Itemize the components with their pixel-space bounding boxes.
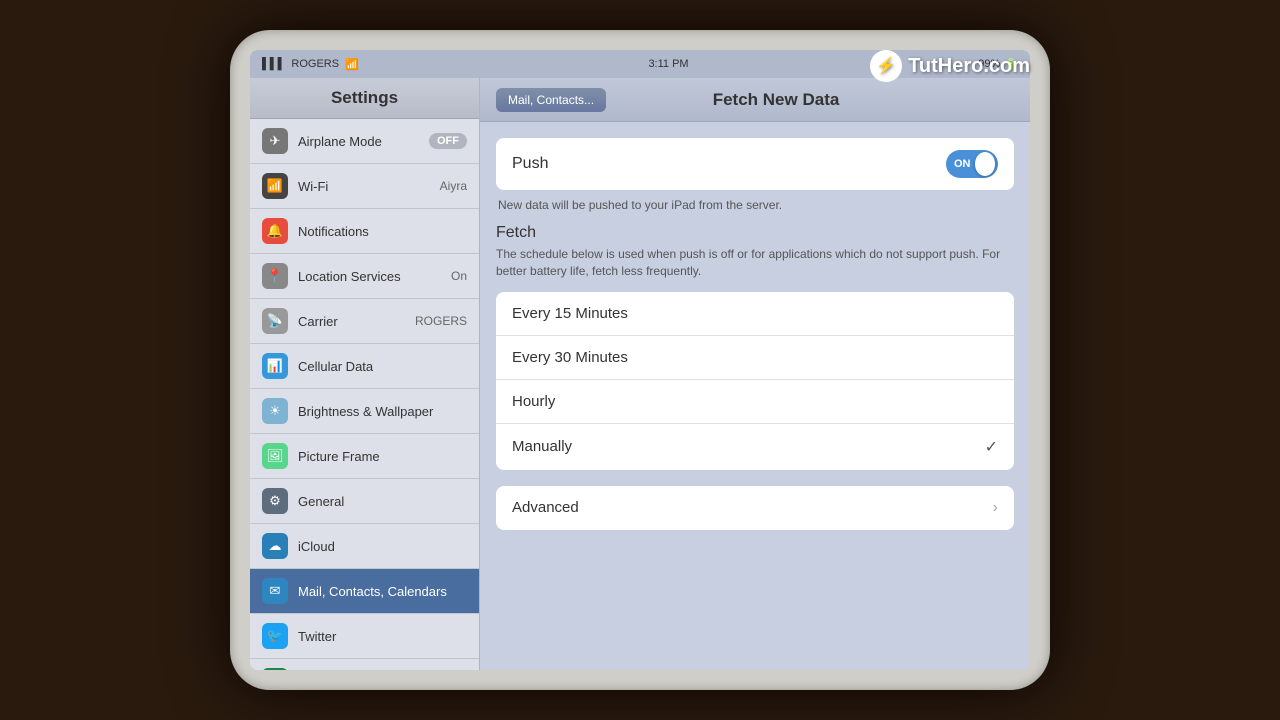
icloud-icon: ☁ — [262, 533, 288, 559]
icloud-label: iCloud — [298, 539, 467, 554]
carrier-name: ROGERS — [291, 58, 339, 70]
sidebar-item-notifications[interactable]: 🔔 Notifications — [250, 209, 479, 254]
option-row-2[interactable]: Hourly — [496, 380, 1014, 424]
wifi-icon: 📶 — [345, 58, 359, 71]
chevron-right-icon: › — [993, 499, 998, 517]
sidebar-item-general[interactable]: ⚙ General — [250, 479, 479, 524]
wifi-label: Wi-Fi — [298, 179, 430, 194]
status-time: 3:11 PM — [648, 58, 688, 70]
location-label: Location Services — [298, 269, 441, 284]
brightness-icon: ☀ — [262, 398, 288, 424]
advanced-row[interactable]: Advanced › — [496, 486, 1014, 530]
breadcrumb-button[interactable]: Mail, Contacts... — [496, 88, 606, 112]
airplane-icon: ✈ — [262, 128, 288, 154]
signal-bars: ▌▌▌ — [262, 58, 285, 70]
sidebar-item-picture[interactable]: 🖼 Picture Frame — [250, 434, 479, 479]
battery-percent: 99% — [978, 58, 1000, 70]
sidebar-item-facetime[interactable]: 📹FaceTime — [250, 659, 479, 670]
option-row-0[interactable]: Every 15 Minutes — [496, 292, 1014, 336]
picture-icon: 🖼 — [262, 443, 288, 469]
location-icon: 📍 — [262, 263, 288, 289]
option-text-1: Every 30 Minutes — [512, 349, 998, 366]
status-left: ▌▌▌ ROGERS 📶 — [262, 58, 359, 71]
tablet-screen: ▌▌▌ ROGERS 📶 3:11 PM 99% 🔋 Settings ✈ Air… — [250, 50, 1030, 670]
push-description: New data will be pushed to your iPad fro… — [496, 198, 1014, 212]
right-header: Mail, Contacts... Fetch New Data — [480, 78, 1030, 122]
option-text-3: Manually — [512, 438, 985, 455]
general-icon: ⚙ — [262, 488, 288, 514]
advanced-label: Advanced — [512, 499, 993, 516]
picture-label: Picture Frame — [298, 449, 467, 464]
status-right: 99% 🔋 — [978, 58, 1018, 71]
sidebar-item-twitter[interactable]: 🐦 Twitter — [250, 614, 479, 659]
sidebar-item-cellular[interactable]: 📊 Cellular Data — [250, 344, 479, 389]
panel-title: Fetch New Data — [618, 90, 934, 110]
twitter-label: Twitter — [298, 629, 467, 644]
sidebar-item-mail[interactable]: ✉ Mail, Contacts, Calendars — [250, 569, 479, 614]
fetch-description: The schedule below is used when push is … — [496, 246, 1014, 280]
twitter-icon: 🐦 — [262, 623, 288, 649]
notifications-icon: 🔔 — [262, 218, 288, 244]
option-row-3[interactable]: Manually✓ — [496, 424, 1014, 470]
carrier-value: ROGERS — [415, 314, 467, 328]
push-label: Push — [512, 155, 946, 173]
sidebar-item-icloud[interactable]: ☁ iCloud — [250, 524, 479, 569]
mail-icon: ✉ — [262, 578, 288, 604]
right-panel: Mail, Contacts... Fetch New Data Push ON… — [480, 78, 1030, 670]
sidebar-title: Settings — [331, 88, 398, 107]
tablet-frame: ⚡ TutHero.com ▌▌▌ ROGERS 📶 3:11 PM 99% 🔋… — [230, 30, 1050, 690]
sidebar-items-list: ✈ Airplane Mode OFF 📶 Wi-Fi Aiyra 🔔 Notificatio… — [250, 119, 479, 670]
fetch-options-list: Every 15 Minutes Every 30 Minutes Hourly Ma… — [496, 292, 1014, 470]
sidebar-header: Settings — [250, 78, 479, 119]
status-bar: ▌▌▌ ROGERS 📶 3:11 PM 99% 🔋 — [250, 50, 1030, 78]
battery-icon: 🔋 — [1004, 58, 1018, 71]
main-area: Settings ✈ Airplane Mode OFF 📶 Wi-Fi Aiyra 🔔 No… — [250, 78, 1030, 670]
sidebar-item-location[interactable]: 📍 Location Services On — [250, 254, 479, 299]
sidebar-item-brightness[interactable]: ☀ Brightness & Wallpaper — [250, 389, 479, 434]
toggle-on-label: ON — [946, 158, 971, 170]
brightness-label: Brightness & Wallpaper — [298, 404, 467, 419]
fetch-content: Push ON New data will be pushed to your … — [480, 122, 1030, 670]
facetime-icon: 📹 — [262, 668, 288, 670]
general-label: General — [298, 494, 467, 509]
airplane-toggle-label: OFF — [429, 133, 467, 149]
wifi-value: Aiyra — [440, 179, 467, 193]
notifications-label: Notifications — [298, 224, 467, 239]
option-text-0: Every 15 Minutes — [512, 305, 998, 322]
option-text-2: Hourly — [512, 393, 998, 410]
airplane-toggle[interactable]: OFF — [429, 133, 467, 149]
push-toggle[interactable]: ON — [946, 150, 998, 178]
cellular-icon: 📊 — [262, 353, 288, 379]
airplane-label: Airplane Mode — [298, 134, 419, 149]
sidebar-item-carrier[interactable]: 📡 Carrier ROGERS — [250, 299, 479, 344]
carrier-label: Carrier — [298, 314, 405, 329]
push-row: Push ON — [496, 138, 1014, 190]
mail-label: Mail, Contacts, Calendars — [298, 584, 467, 599]
location-value: On — [451, 269, 467, 283]
option-row-1[interactable]: Every 30 Minutes — [496, 336, 1014, 380]
toggle-knob — [975, 152, 996, 176]
wifi-icon: 📶 — [262, 173, 288, 199]
carrier-icon: 📡 — [262, 308, 288, 334]
fetch-label: Fetch — [496, 224, 1014, 242]
option-checkmark-3: ✓ — [985, 437, 998, 457]
sidebar-item-wifi[interactable]: 📶 Wi-Fi Aiyra — [250, 164, 479, 209]
settings-sidebar: Settings ✈ Airplane Mode OFF 📶 Wi-Fi Aiyra 🔔 No… — [250, 78, 480, 670]
sidebar-item-airplane[interactable]: ✈ Airplane Mode OFF — [250, 119, 479, 164]
cellular-label: Cellular Data — [298, 359, 467, 374]
